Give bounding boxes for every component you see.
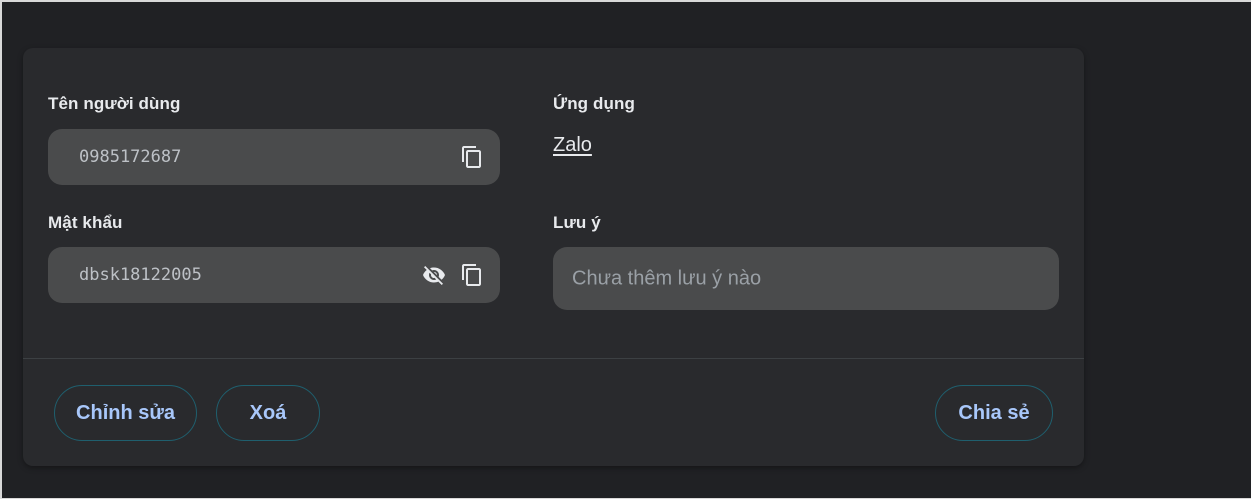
username-value: 0985172687 bbox=[79, 147, 182, 167]
password-value: dbsk18122005 bbox=[79, 265, 202, 285]
toggle-password-visibility-button[interactable] bbox=[420, 261, 448, 289]
credential-card: Tên người dùng 0985172687 Mật khẩu dbsk1… bbox=[23, 48, 1084, 466]
edit-button[interactable]: Chỉnh sửa bbox=[54, 385, 197, 441]
copy-icon bbox=[462, 146, 481, 168]
share-button[interactable]: Chia sẻ bbox=[935, 385, 1053, 441]
divider bbox=[23, 358, 1084, 359]
app-link[interactable]: Zalo bbox=[553, 134, 592, 157]
password-label: Mật khẩu bbox=[48, 213, 123, 232]
username-label: Tên người dùng bbox=[48, 94, 181, 113]
note-placeholder: Chưa thêm lưu ý nào bbox=[572, 267, 762, 289]
copy-password-button[interactable] bbox=[458, 261, 486, 289]
note-label: Lưu ý bbox=[553, 213, 601, 232]
delete-button[interactable]: Xoá bbox=[216, 385, 320, 441]
eye-off-icon bbox=[423, 266, 445, 285]
password-field: dbsk18122005 bbox=[48, 247, 500, 303]
username-field: 0985172687 bbox=[48, 129, 500, 185]
copy-icon bbox=[462, 264, 481, 286]
app-label: Ứng dụng bbox=[553, 94, 635, 113]
copy-username-button[interactable] bbox=[458, 143, 486, 171]
note-field: Chưa thêm lưu ý nào bbox=[553, 247, 1059, 310]
